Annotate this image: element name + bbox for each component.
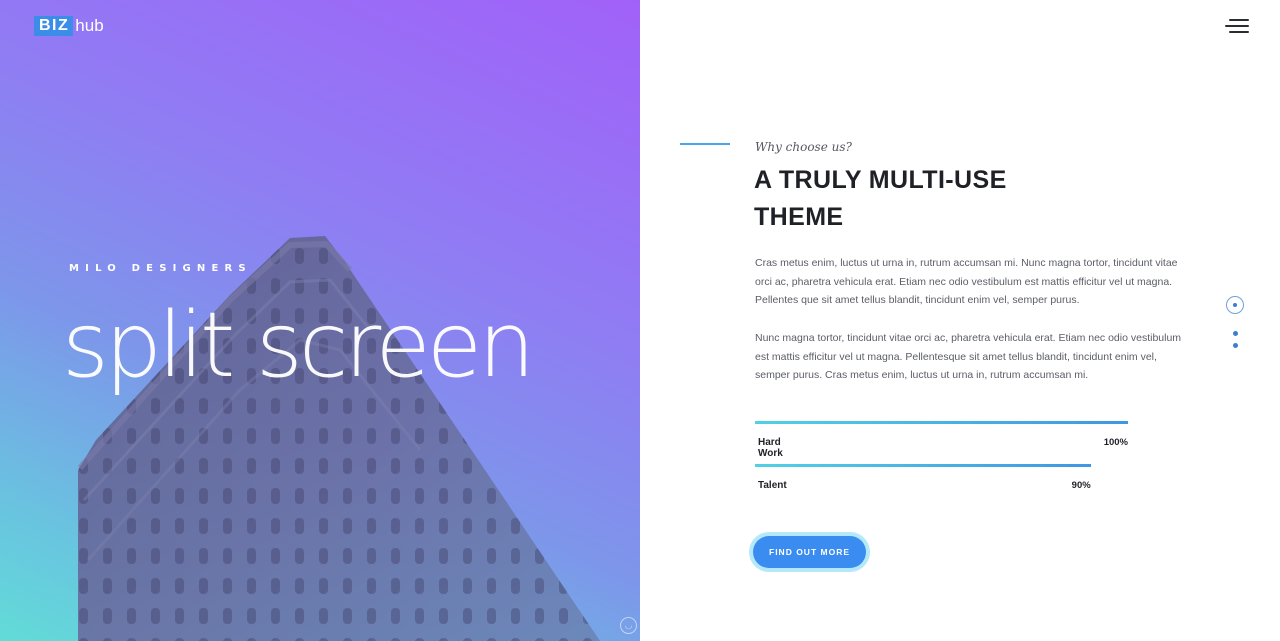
hero-eyebrow: MILO DESIGNERS xyxy=(69,263,252,274)
content-panel: Why choose us? A TRULY MULTI-USE THEME C… xyxy=(640,0,1280,641)
section-dot-active[interactable] xyxy=(1226,296,1244,314)
skill-label: Talent xyxy=(758,480,787,491)
section-accent-line xyxy=(680,143,730,145)
section-dot[interactable] xyxy=(1233,343,1238,348)
section-kicker: Why choose us? xyxy=(755,140,852,154)
logo-mark: BIZ xyxy=(34,16,74,36)
heading-line-2: THEME xyxy=(754,203,844,231)
skill-label: Hard Work xyxy=(758,437,783,459)
body-paragraph-1: Cras metus enim, luctus ut urna in, rutr… xyxy=(755,257,1178,307)
skill-percent: 100% xyxy=(1103,437,1128,448)
body-paragraph-2: Nunc magna tortor, tincidunt vitae orci … xyxy=(755,332,1182,382)
watermark-badge-icon: ◡ xyxy=(620,617,637,634)
hero-title: split screen xyxy=(62,293,535,398)
hero-panel: BIZ hub MILO DESIGNERS split screen ◡ xyxy=(0,0,640,641)
find-out-more-button[interactable]: FIND OUT MORE xyxy=(753,536,866,568)
skill-bar xyxy=(755,464,1091,467)
section-dot[interactable] xyxy=(1233,331,1238,336)
hamburger-menu-icon[interactable] xyxy=(1223,18,1249,36)
skill-bar xyxy=(755,421,1128,424)
brand-logo[interactable]: BIZ hub xyxy=(34,16,104,36)
skill-percent: 90% xyxy=(1071,480,1091,491)
section-heading: A TRULY MULTI-USE THEME xyxy=(754,162,1084,236)
section-dots-nav xyxy=(1226,296,1246,356)
heading-line-1: A TRULY MULTI-USE xyxy=(754,166,1007,194)
logo-text: hub xyxy=(75,16,104,35)
